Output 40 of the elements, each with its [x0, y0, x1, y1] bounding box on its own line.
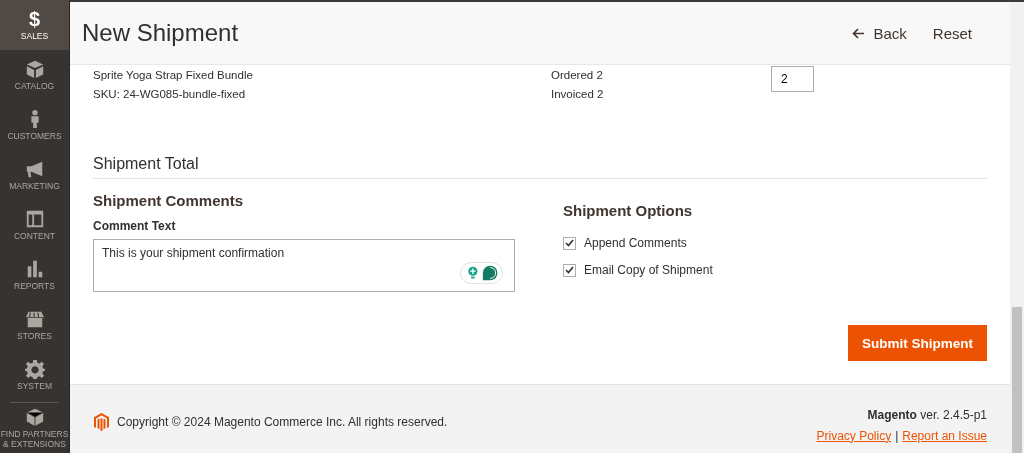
quantity-field[interactable]: 2 [771, 66, 814, 92]
assistant-icon[interactable] [460, 262, 503, 284]
ordered-quantity: Ordered 2 [551, 69, 604, 81]
footer-link[interactable]: Report an Issue [902, 428, 987, 443]
section-title: Shipment Total [93, 155, 987, 179]
footer-link[interactable]: Privacy Policy [816, 428, 892, 443]
sidebar-item[interactable]: CATALOG [0, 50, 69, 100]
section-title: Shipment Comments [93, 192, 244, 209]
copyright-text: Copyright © 2024 Magento Commerce Inc. All rights reserved. [117, 415, 448, 429]
scrollbar-thumb[interactable] [1012, 307, 1022, 453]
back-button[interactable]: Back [852, 20, 907, 46]
invoiced-quantity: Invoiced 2 [551, 88, 605, 100]
section-title: Shipment Options [563, 202, 694, 219]
version-text: Magento ver. 2.4.5-p1 [867, 407, 987, 422]
sidebar-item[interactable]: MARKETING [0, 150, 69, 200]
checkbox[interactable] [563, 236, 576, 250]
page-title: New Shipment [82, 19, 240, 47]
checkbox[interactable] [563, 263, 576, 277]
settings-icon [24, 358, 45, 379]
sidebar-item[interactable]: CONTENT [0, 200, 69, 250]
submit-button[interactable]: Submit Shipment [848, 325, 987, 361]
blocks-icon [24, 407, 45, 428]
reset-button[interactable]: Reset [932, 20, 972, 46]
checkbox-option[interactable]: Email Copy of Shipment [563, 263, 987, 277]
sidebar-item[interactable]: FIND PARTNERS & EXTENSIONS [0, 403, 69, 453]
sidebar-item[interactable]: $ SALES [0, 0, 69, 50]
box-icon [24, 58, 45, 79]
sidebar-item[interactable]: CUSTOMERS [0, 100, 69, 150]
back-arrow-icon [852, 27, 866, 39]
sidebar-item[interactable]: STORES [0, 300, 69, 350]
product-sku: SKU: 24-WG085-bundle-fixed [93, 88, 247, 100]
checkbox-option[interactable]: Append Comments [563, 236, 987, 250]
product-name: Sprite Yoga Strap Fixed Bundle [93, 69, 254, 81]
sidebar-item[interactable]: REPORTS [0, 250, 69, 300]
separator: | [895, 428, 899, 443]
layout-icon [24, 208, 45, 229]
logo-icon [94, 413, 109, 431]
sidebar-item[interactable]: SYSTEM [0, 350, 69, 400]
field-label: Comment Text [93, 219, 177, 233]
comment-field[interactable]: This is your shipment confirmation [93, 239, 515, 292]
